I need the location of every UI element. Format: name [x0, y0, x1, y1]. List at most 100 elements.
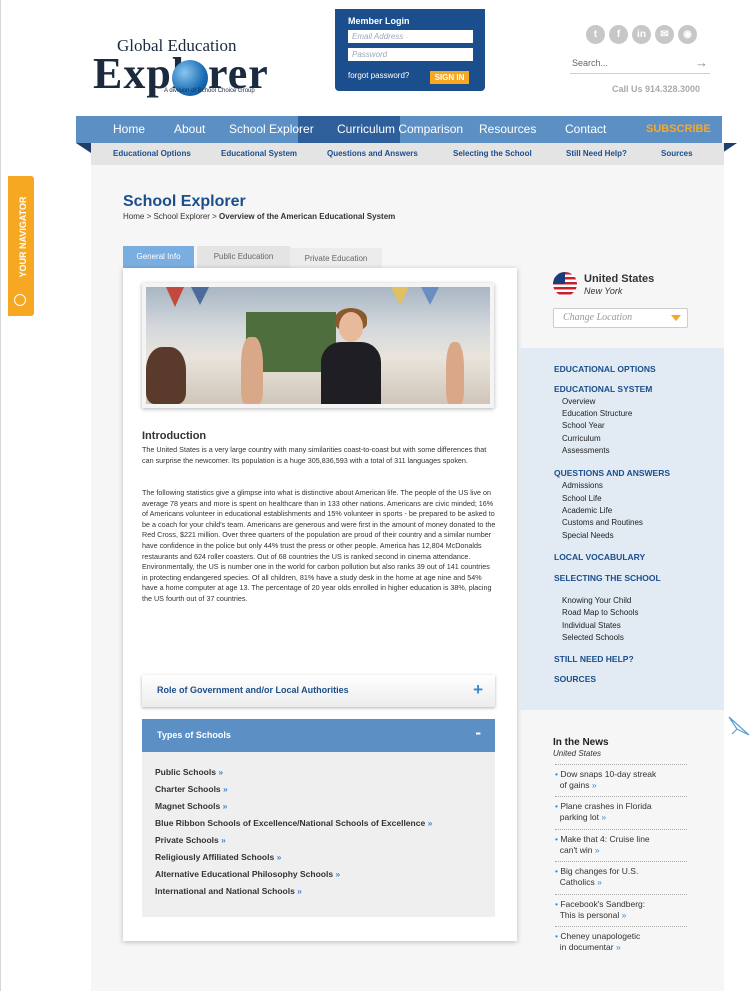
sidenav-vocabulary[interactable]: LOCAL VOCABULARY — [554, 552, 645, 562]
school-type-link[interactable]: Charter Schools » — [155, 784, 228, 794]
change-location-label: Change Location — [563, 312, 633, 323]
school-type-link[interactable]: Private Schools » — [155, 835, 226, 845]
news-item[interactable]: • Plane crashes in Florida parking lot » — [555, 796, 687, 823]
plus-icon[interactable]: + — [473, 680, 483, 700]
facebook-icon[interactable]: f — [609, 25, 628, 44]
sidenav-item-assessments[interactable]: Assessments — [562, 446, 610, 455]
navigator-label: YOUR NAVIGATOR — [18, 196, 28, 278]
sidenav-questions[interactable]: QUESTIONS AND ANSWERS — [554, 468, 670, 478]
sidenav-item-school-life[interactable]: School Life — [562, 494, 602, 503]
nav-item-school-explorer[interactable]: School Explorer — [229, 122, 314, 136]
change-location-select[interactable]: Change Location — [553, 308, 688, 328]
nav-ribbon-fold-left — [76, 143, 91, 153]
site-logo[interactable]: Global Education Explorer A division of … — [93, 28, 273, 98]
sidenav-item-school-year[interactable]: School Year — [562, 421, 605, 430]
sidenav-item-knowing-your-child[interactable]: Knowing Your Child — [562, 596, 631, 605]
subnav-item-selecting[interactable]: Selecting the School — [453, 149, 532, 158]
tab-general-info[interactable]: General Info — [123, 246, 194, 268]
sidenav-item-road-map[interactable]: Road Map to Schools — [562, 608, 639, 617]
compass-icon — [14, 294, 26, 306]
pennant-image — [166, 287, 184, 307]
accordion-government[interactable]: Role of Government and/or Local Authorit… — [142, 675, 495, 707]
sidenav-item-special-needs[interactable]: Special Needs — [562, 531, 614, 540]
school-type-link[interactable]: Blue Ribbon Schools of Excellence/Nation… — [155, 818, 432, 828]
breadcrumb-path[interactable]: Home > School Explorer > — [123, 212, 219, 221]
pennant-image — [421, 287, 439, 305]
arrow-right-icon[interactable]: → — [695, 55, 708, 70]
nav-item-home[interactable]: Home — [113, 122, 145, 136]
page-title: School Explorer — [123, 193, 246, 210]
subnav-item-sources[interactable]: Sources — [661, 149, 693, 158]
sidenav-selecting[interactable]: SELECTING THE SCHOOL — [554, 573, 661, 583]
subnav-item-help[interactable]: Still Need Help? — [566, 149, 627, 158]
nav-item-resources[interactable]: Resources — [479, 122, 536, 136]
subnav-item-educational-system[interactable]: Educational System — [221, 149, 297, 158]
twitter-icon[interactable]: t — [586, 25, 605, 44]
tab-public-education[interactable]: Public Education — [197, 246, 290, 268]
intro-paragraph: The United States is a very large countr… — [142, 445, 487, 465]
school-type-link[interactable]: International and National Schools » — [155, 886, 302, 896]
sidenav-item-curriculum[interactable]: Curriculum — [562, 434, 601, 443]
school-type-link[interactable]: Public Schools » — [155, 767, 223, 777]
tab-private-education[interactable]: Private Education — [290, 248, 382, 268]
hand-image — [241, 337, 263, 404]
sidenav-item-individual-states[interactable]: Individual States — [562, 621, 621, 630]
hand-image — [446, 342, 464, 404]
sidenav-educational-system[interactable]: EDUCATIONAL SYSTEM — [554, 384, 652, 394]
country-name: United States — [584, 273, 655, 285]
sidenav-help[interactable]: STILL NEED HELP? — [554, 654, 634, 664]
nav-item-curriculum-comparison[interactable]: Curriculum Comparison — [337, 122, 463, 136]
email-icon[interactable]: ✉ — [655, 25, 674, 44]
news-subheading: United States — [553, 749, 602, 758]
breadcrumb: Home > School Explorer > Overview of the… — [123, 212, 395, 221]
nav-ribbon-fold-right — [722, 143, 737, 153]
classroom-photo — [142, 283, 494, 408]
linkedin-icon[interactable]: in — [632, 25, 651, 44]
sidenav-item-selected-schools[interactable]: Selected Schools — [562, 633, 624, 642]
subnav-item-educational-options[interactable]: Educational Options — [113, 149, 191, 158]
search-placeholder: Search... — [572, 58, 609, 68]
sign-in-button[interactable]: SIGN IN — [430, 71, 469, 84]
rss-icon[interactable]: ◉ — [678, 25, 697, 44]
subnav-item-questions[interactable]: Questions and Answers — [327, 149, 418, 158]
minus-icon[interactable]: - — [475, 723, 481, 743]
search-input[interactable]: Search... → — [570, 55, 710, 74]
school-type-link[interactable]: Magnet Schools » — [155, 801, 227, 811]
sidenav-item-overview[interactable]: Overview — [562, 397, 595, 406]
sub-nav: Educational Options Educational System Q… — [91, 143, 724, 165]
password-field[interactable] — [348, 48, 473, 61]
nav-item-contact[interactable]: Contact — [565, 122, 606, 136]
email-field[interactable] — [348, 30, 473, 43]
news-item[interactable]: • Cheney unapologetic in documentar » — [555, 926, 687, 953]
school-type-link[interactable]: Alternative Educational Philosophy Schoo… — [155, 869, 340, 879]
hand-image — [146, 347, 186, 404]
member-login-panel: Member Login forgot password? SIGN IN — [335, 9, 485, 91]
nav-item-about[interactable]: About — [174, 122, 205, 136]
intro-heading: Introduction — [142, 430, 207, 442]
sidenav-item-customs[interactable]: Customs and Routines — [562, 518, 643, 527]
school-type-link[interactable]: Religiously Affiliated Schools » — [155, 852, 281, 862]
accordion-title: Role of Government and/or Local Authorit… — [157, 685, 349, 695]
breadcrumb-current: Overview of the American Educational Sys… — [219, 212, 396, 221]
pennant-image — [391, 287, 409, 305]
intro-paragraph: The following statistics give a glimpse … — [142, 488, 496, 603]
accordion-title: Types of Schools — [157, 730, 231, 740]
nav-item-subscribe[interactable]: SUBSCRIBE — [646, 123, 711, 135]
sidenav-sources[interactable]: SOURCES — [554, 674, 596, 684]
sidenav-item-admissions[interactable]: Admissions — [562, 481, 603, 490]
paper-plane-icon — [728, 716, 750, 736]
us-flag-icon — [553, 272, 577, 296]
forgot-password-link[interactable]: forgot password? — [348, 71, 409, 80]
sidenav-educational-options[interactable]: EDUCATIONAL OPTIONS — [554, 364, 656, 374]
accordion-types-of-schools[interactable]: Types of Schools - — [142, 719, 495, 752]
sidenav-item-education-structure[interactable]: Education Structure — [562, 409, 632, 418]
news-item[interactable]: • Facebook's Sandberg: This is personal … — [555, 894, 687, 921]
chevron-down-icon — [671, 315, 681, 321]
sidenav-item-academic-life[interactable]: Academic Life — [562, 506, 612, 515]
logo-tagline: A division of School Choice Group — [164, 88, 255, 94]
navigator-tab[interactable]: YOUR NAVIGATOR — [8, 176, 34, 316]
pennant-image — [191, 287, 209, 305]
news-item[interactable]: • Dow snaps 10-day streak of gains » — [555, 764, 687, 791]
news-item[interactable]: • Big changes for U.S. Catholics » — [555, 861, 687, 888]
news-item[interactable]: • Make that 4: Cruise line can't win » — [555, 829, 687, 856]
